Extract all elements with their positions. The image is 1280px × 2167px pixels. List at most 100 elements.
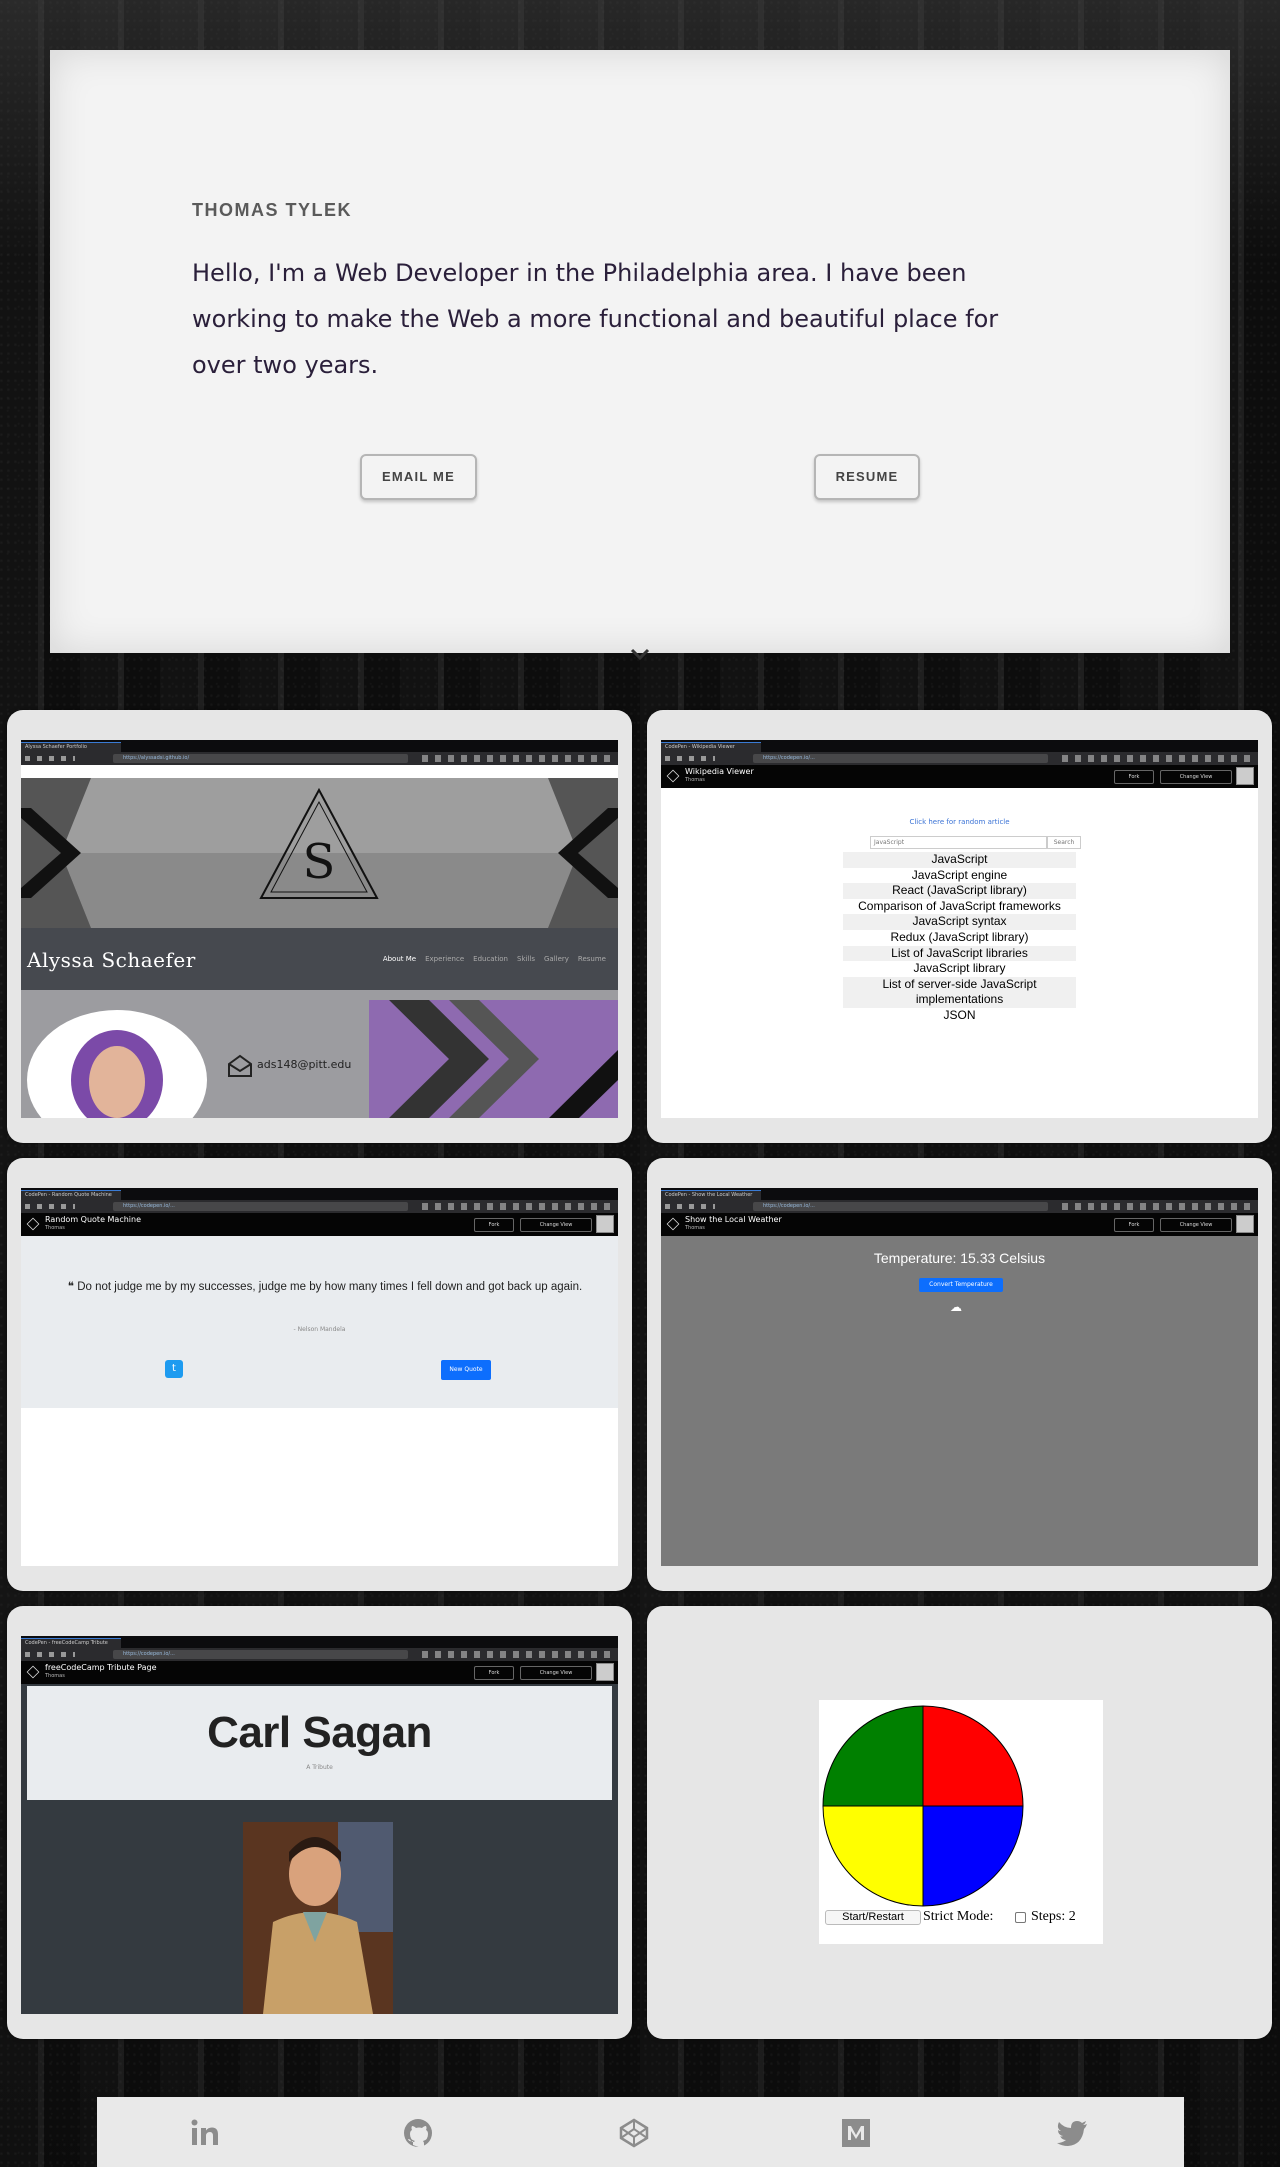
github-glyph [404, 2119, 432, 2149]
codepen-pen-author: Thomas [685, 777, 705, 783]
portfolio-photo [27, 1010, 207, 1118]
browser-tab-bar: Alyssa Schaefer Portfolio [21, 740, 618, 752]
twitter-glyph [1057, 2121, 1087, 2146]
quote-area: ❝ Do not judge me by my successes, judge… [21, 1236, 618, 1408]
codepen-change-view-button: Change View [520, 1218, 592, 1232]
quote-text: ❝ Do not judge me by my successes, judge… [55, 1278, 595, 1296]
mail-icon [228, 1054, 252, 1077]
browser-tab-bar: CodePen - freeCodeCamp Tribute [21, 1636, 618, 1648]
linkedin-glyph [191, 2119, 218, 2145]
codepen-pen-author: Thomas [45, 1673, 65, 1679]
hero-name: THOMAS TYLEK [192, 200, 352, 220]
resume-button[interactable]: RESUME [814, 454, 920, 500]
browser-url-bar: https://codepen.io/... [661, 1200, 1258, 1213]
codepen-header: Random Quote Machine Thomas Fork Change … [21, 1213, 618, 1236]
cloud-icon: ☁ [950, 1300, 962, 1314]
codepen-header: freeCodeCamp Tribute Page Thomas Fork Ch… [21, 1661, 618, 1684]
project-screenshot: CodePen - Show the Local Weather https:/… [661, 1188, 1258, 1566]
browser-url: https://alyssadsi.github.io/ [113, 754, 408, 763]
project-card-portfolio[interactable]: Alyssa Schaefer Portfolio https://alyssa… [7, 710, 632, 1143]
browser-url-bar: https://codepen.io/... [21, 1200, 618, 1213]
browser-tab: Alyssa Schaefer Portfolio [21, 742, 121, 752]
codepen-avatar [596, 1663, 614, 1681]
email-me-button[interactable]: EMAIL ME [360, 454, 477, 500]
browser-tab: CodePen - Random Quote Machine [21, 1190, 121, 1200]
wiki-result: JavaScript [843, 852, 1076, 868]
weather-temperature: Temperature: 15.33 Celsius [873, 1250, 1046, 1266]
project-screenshot: CodePen - freeCodeCamp Tribute https://c… [21, 1636, 618, 2014]
browser-nav-icon [25, 756, 75, 761]
simon-strict-label: Strict Mode: [923, 1909, 994, 1924]
wiki-random-link: Click here for random article [909, 818, 1010, 826]
codepen-pen-title: Wikipedia Viewer [685, 767, 754, 776]
tribute-photo [243, 1822, 393, 2014]
portfolio-chevron-art [369, 1000, 618, 1118]
browser-toolbar-icons [1062, 1203, 1252, 1210]
codepen-change-view-button: Change View [1160, 1218, 1232, 1232]
portfolio-email: ads148@pitt.edu [257, 1058, 352, 1071]
browser-url: https://codepen.io/... [113, 1650, 408, 1659]
portfolio-nav-link: Education [473, 955, 508, 963]
portfolio-nav-link: Resume [577, 955, 606, 963]
portfolio-nav-link: Skills [517, 955, 535, 963]
project-card-tribute[interactable]: CodePen - freeCodeCamp Tribute https://c… [7, 1606, 632, 2039]
browser-nav-icon [665, 1204, 715, 1209]
codepen-change-view-button: Change View [520, 1666, 592, 1680]
wiki-result: JavaScript syntax [843, 914, 1076, 930]
project-card-weather[interactable]: CodePen - Show the Local Weather https:/… [647, 1158, 1272, 1591]
codepen-icon[interactable] [618, 2117, 650, 2149]
wiki-results: JavaScript JavaScript engine React (Java… [843, 852, 1076, 1024]
codepen-pen-author: Thomas [45, 1225, 65, 1231]
browser-url-bar: https://codepen.io/... [21, 1648, 618, 1661]
browser-url: https://codepen.io/... [113, 1202, 408, 1211]
portfolio-banner: S [21, 778, 618, 928]
tribute-subheading: A Tribute [306, 1764, 333, 1771]
browser-tab-bar: CodePen - Random Quote Machine [21, 1188, 618, 1200]
medium-glyph [842, 2119, 870, 2147]
wiki-result: JavaScript engine [911, 867, 1008, 882]
medium-icon[interactable] [840, 2117, 872, 2149]
twitter-icon[interactable] [1057, 2117, 1089, 2149]
tribute-jumbotron: Carl Sagan A Tribute [27, 1686, 612, 1800]
wiki-result: React (JavaScript library) [843, 883, 1076, 899]
wiki-result: List of JavaScript libraries [843, 945, 1076, 962]
project-card-wikipedia[interactable]: CodePen - Wikipedia Viewer https://codep… [647, 710, 1272, 1143]
codepen-pen-title: freeCodeCamp Tribute Page [45, 1663, 157, 1672]
chevron-down-icon[interactable] [629, 646, 651, 662]
browser-nav-icon [25, 1204, 75, 1209]
portfolio-nav-links: About Me Experience Education Skills Gallery… [374, 955, 606, 963]
portfolio-banner-art: S [21, 778, 618, 928]
wiki-result: Comparison of JavaScript frameworks [858, 898, 1061, 913]
wiki-result: List of server-side JavaScript implement… [843, 976, 1076, 1008]
portfolio-nav-link: About Me [382, 955, 417, 963]
codepen-logo-icon [666, 1217, 680, 1231]
browser-url: https://codepen.io/... [753, 754, 1048, 763]
wiki-search-input: JavaScript [870, 836, 1047, 849]
linkedin-icon[interactable] [189, 2117, 221, 2149]
svg-text:S: S [303, 834, 336, 890]
twitter-share-icon: t [165, 1360, 183, 1378]
simon-start-button: Start/Restart [825, 1910, 921, 1925]
codepen-pen-author: Thomas [685, 1225, 705, 1231]
codepen-pen-title: Show the Local Weather [685, 1215, 782, 1224]
portfolio-nav: Alyssa Schaefer About Me Experience Educat… [21, 928, 618, 990]
quote-body: Do not judge me by my successes, judge m… [77, 1281, 583, 1293]
codepen-fork-button: Fork [1114, 770, 1154, 784]
simon-strict-checkbox [1015, 1912, 1026, 1923]
social-footer [97, 2097, 1184, 2167]
github-icon[interactable] [402, 2117, 434, 2149]
wiki-result: JavaScript library [913, 961, 1006, 976]
codepen-glyph [619, 2118, 649, 2148]
portfolio-nav-link: Gallery [543, 955, 569, 963]
project-card-quote-machine[interactable]: CodePen - Random Quote Machine https://c… [7, 1158, 632, 1591]
wiki-search-button: Search [1047, 836, 1081, 849]
new-quote-button: New Quote [441, 1360, 491, 1380]
browser-toolbar-icons [422, 1203, 612, 1210]
browser-url-bar: https://codepen.io/... [661, 752, 1258, 765]
browser-toolbar-icons [1062, 755, 1252, 762]
browser-url: https://codepen.io/... [753, 1202, 1048, 1211]
browser-url-bar: https://alyssadsi.github.io/ [21, 752, 618, 765]
project-card-simon[interactable]: Start/Restart Strict Mode: Steps: 2 [647, 1606, 1272, 2039]
browser-nav-icon [665, 756, 715, 761]
codepen-fork-button: Fork [474, 1218, 514, 1232]
